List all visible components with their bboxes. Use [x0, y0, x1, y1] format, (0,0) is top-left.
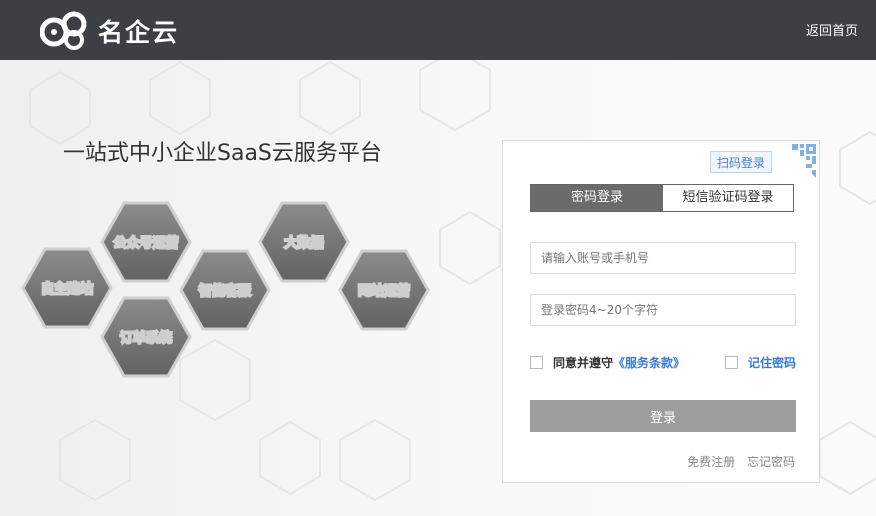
logo-icon [40, 11, 87, 50]
qr-code-icon[interactable] [778, 142, 818, 182]
service-label: 网站运营 [358, 284, 410, 299]
slogan: 一站式中小企业SaaS云服务平台 [63, 141, 382, 166]
agree-text: 同意并遵守 [553, 355, 614, 370]
agree-checkbox[interactable] [530, 355, 543, 369]
agree-row: 同意并遵守 《服务条款》 [530, 354, 685, 370]
login-panel: 扫码登录 密码登录 短信验证码登录 同意并遵守 [502, 140, 820, 483]
hex-big-data[interactable]: 大数据 [258, 201, 350, 283]
forgot-password-link[interactable]: 忘记密码 [747, 455, 795, 469]
qr-login-tag[interactable]: 扫码登录 [710, 151, 773, 173]
remember-row: 记住密码 [725, 354, 796, 370]
remember-password-label[interactable]: 记住密码 [748, 354, 796, 371]
tab-password-login[interactable]: 密码登录 [531, 185, 663, 211]
service-label: 订单系统 [120, 331, 172, 346]
hex-order-system[interactable]: 订单系统 [100, 296, 192, 378]
account-input[interactable] [530, 242, 796, 274]
service-label: 大数据 [284, 236, 323, 251]
login-tabs: 密码登录 短信验证码登录 [530, 184, 794, 212]
main-area: 一站式中小企业SaaS云服务平台 自主建站 公众号运营 订单系统 智能客服 大数… [0, 60, 876, 516]
hex-wechat-operation[interactable]: 公众号运营 [100, 201, 192, 283]
hex-site-building[interactable]: 自主建站 [21, 247, 113, 329]
hex-smart-service[interactable]: 智能客服 [179, 249, 271, 331]
bottom-links: 免费注册 忘记密码 [679, 453, 795, 470]
service-label: 智能客服 [199, 283, 251, 299]
brand-name: 名企云 [98, 18, 180, 47]
password-input[interactable] [530, 294, 796, 326]
home-link[interactable]: 返回首页 [806, 20, 858, 39]
register-link[interactable]: 免费注册 [687, 455, 735, 469]
service-label: 自主建站 [41, 282, 93, 297]
login-button[interactable]: 登录 [530, 400, 796, 432]
hex-site-operation[interactable]: 网站运营 [338, 249, 430, 331]
service-hexagons: 自主建站 公众号运营 订单系统 智能客服 大数据 网站运营 [21, 201, 430, 378]
tab-sms-login[interactable]: 短信验证码登录 [663, 185, 793, 211]
remember-checkbox[interactable] [725, 355, 738, 369]
top-bar: 名企云 返回首页 [0, 0, 876, 60]
terms-link[interactable]: 《服务条款》 [613, 354, 685, 371]
service-label: 公众号运营 [113, 236, 178, 251]
